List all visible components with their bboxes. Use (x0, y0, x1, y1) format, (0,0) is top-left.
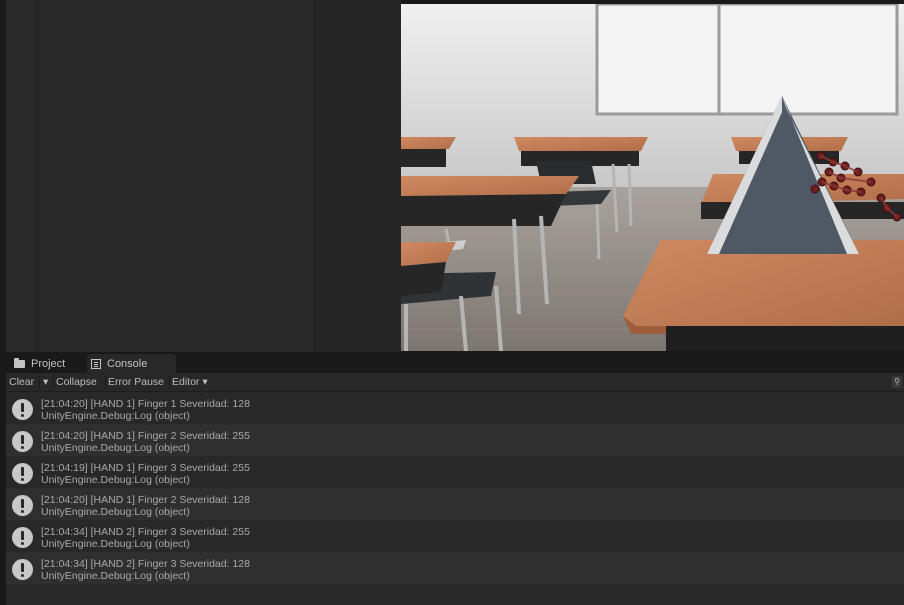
log-entry[interactable]: [21:04:19] [HAND 1] Finger 3 Severidad: … (6, 456, 904, 488)
log-message: [21:04:19] [HAND 1] Finger 3 Severidad: … (41, 462, 250, 474)
panel-gutter (6, 0, 33, 352)
log-source: UnityEngine.Debug:Log (object) (41, 570, 190, 582)
console-icon (91, 358, 101, 369)
clear-button[interactable]: Clear (6, 373, 37, 391)
folder-icon (14, 357, 25, 368)
log-source: UnityEngine.Debug:Log (object) (41, 506, 190, 518)
log-entry[interactable]: [21:04:34] [HAND 2] Finger 3 Severidad: … (6, 552, 904, 584)
hierarchy-panel[interactable] (33, 0, 315, 352)
log-source: UnityEngine.Debug:Log (object) (41, 410, 190, 422)
console-log-list[interactable]: [21:04:20] [HAND 1] Finger 1 Severidad: … (6, 392, 904, 605)
warning-icon (12, 463, 33, 484)
warning-icon (12, 431, 33, 452)
console-toolbar: Clear ▾ Collapse Error Pause Editor ▾ ⚲ (6, 373, 904, 392)
collapse-toggle[interactable]: Collapse (53, 373, 100, 391)
warning-icon (12, 399, 33, 420)
log-message: [21:04:34] [HAND 2] Finger 3 Severidad: … (41, 558, 250, 570)
error-pause-toggle[interactable]: Error Pause (105, 373, 167, 391)
log-source: UnityEngine.Debug:Log (object) (41, 474, 190, 486)
log-entry[interactable]: [21:04:20] [HAND 1] Finger 2 Severidad: … (6, 488, 904, 520)
whiteboard (595, 4, 899, 116)
tab-console-label: Console (107, 357, 148, 370)
editor-dropdown[interactable]: Editor ▾ (169, 373, 211, 391)
warning-icon (12, 527, 33, 548)
log-message: [21:04:34] [HAND 2] Finger 3 Severidad: … (41, 526, 250, 538)
bottom-tabbar: Project Console (6, 352, 904, 373)
game-view[interactable] (401, 4, 904, 351)
log-source: UnityEngine.Debug:Log (object) (41, 442, 190, 454)
tab-project-label: Project (31, 357, 66, 370)
search-icon[interactable]: ⚲ (892, 376, 902, 388)
log-entry[interactable]: [21:04:20] [HAND 1] Finger 2 Severidad: … (6, 424, 904, 456)
log-entry[interactable]: [21:04:20] [HAND 1] Finger 1 Severidad: … (6, 392, 904, 424)
inspector-panel[interactable] (315, 0, 401, 352)
log-entry[interactable]: [21:04:34] [HAND 2] Finger 3 Severidad: … (6, 520, 904, 552)
log-message: [21:04:20] [HAND 1] Finger 1 Severidad: … (41, 398, 250, 410)
warning-icon (12, 495, 33, 516)
log-message: [21:04:20] [HAND 1] Finger 2 Severidad: … (41, 494, 250, 506)
tab-console[interactable]: Console (87, 354, 176, 373)
clear-options-dropdown[interactable]: ▾ (40, 373, 51, 391)
log-message: [21:04:20] [HAND 1] Finger 2 Severidad: … (41, 430, 250, 442)
tab-project[interactable]: Project (10, 354, 86, 373)
warning-icon (12, 559, 33, 580)
log-source: UnityEngine.Debug:Log (object) (41, 538, 190, 550)
unity-editor: Project Console Clear ▾ Collapse Error P… (0, 0, 904, 605)
